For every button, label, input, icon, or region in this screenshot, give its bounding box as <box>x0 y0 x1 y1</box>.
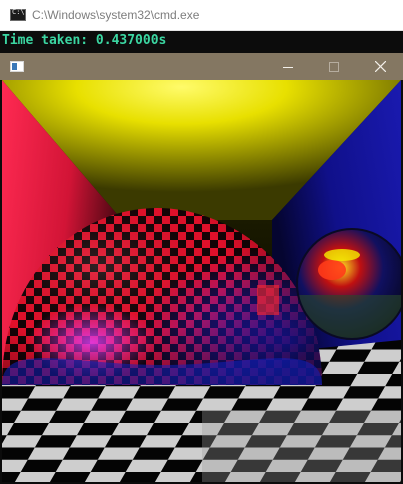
maximize-icon <box>329 61 339 72</box>
cmd-icon <box>10 8 26 21</box>
close-icon <box>374 61 386 72</box>
render-window-titlebar[interactable] <box>0 53 403 80</box>
reflective-sphere <box>296 228 401 340</box>
console-title: C:\Windows\system32\cmd.exe <box>32 8 200 22</box>
rendered-scene <box>2 80 401 482</box>
close-button[interactable] <box>357 53 403 80</box>
console-output-line: Time taken: 0.437000s <box>2 33 167 48</box>
maximize-button[interactable] <box>311 53 357 80</box>
render-window <box>0 53 403 484</box>
render-viewport[interactable] <box>2 80 401 482</box>
console-output-area[interactable]: Time taken: 0.437000s <box>0 31 403 53</box>
minimize-icon <box>283 66 293 68</box>
minimize-button[interactable] <box>265 53 311 80</box>
console-titlebar[interactable]: C:\Windows\system32\cmd.exe <box>0 0 403 31</box>
app-icon <box>10 61 24 72</box>
